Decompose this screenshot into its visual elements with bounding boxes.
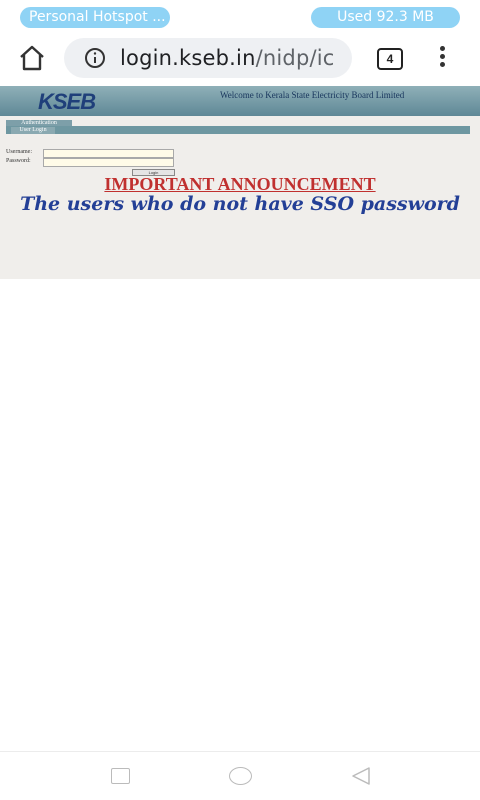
username-label: Username:: [6, 149, 32, 155]
data-usage-pill[interactable]: Used 92.3 MB: [311, 7, 460, 28]
welcome-text: Welcome to Kerala State Electricity Boar…: [220, 90, 405, 100]
info-icon[interactable]: [84, 47, 106, 69]
nav-divider: [0, 751, 480, 752]
kseb-logo[interactable]: KSEB: [38, 89, 96, 115]
announcement-title: IMPORTANT ANNOUNCEMENT: [104, 174, 376, 194]
web-page: KSEB Welcome to Kerala State Electricity…: [0, 86, 480, 279]
announcement-text: The users who do not have SSO password: [20, 193, 460, 215]
url-text[interactable]: login.kseb.in/nidp/ic: [120, 46, 335, 70]
password-label: Password:: [6, 158, 31, 164]
home-nav-icon[interactable]: [229, 767, 252, 785]
hotspot-status-pill[interactable]: Personal Hotspot ...: [20, 7, 170, 28]
home-icon[interactable]: [17, 44, 47, 72]
site-header-banner: KSEB Welcome to Kerala State Electricity…: [0, 86, 480, 116]
recents-icon[interactable]: [111, 768, 130, 784]
username-input[interactable]: [43, 149, 174, 158]
back-icon[interactable]: [350, 766, 372, 786]
overflow-menu-icon[interactable]: [436, 46, 448, 70]
password-input[interactable]: [43, 158, 174, 167]
user-login-tab[interactable]: User Login: [11, 127, 55, 134]
tab-switcher-button[interactable]: 4: [377, 48, 403, 70]
login-tab-bar: [6, 126, 470, 134]
url-path: /nidp/ic: [255, 46, 335, 70]
address-bar[interactable]: login.kseb.in/nidp/ic: [64, 38, 352, 78]
url-domain: login.kseb.in: [120, 46, 256, 70]
